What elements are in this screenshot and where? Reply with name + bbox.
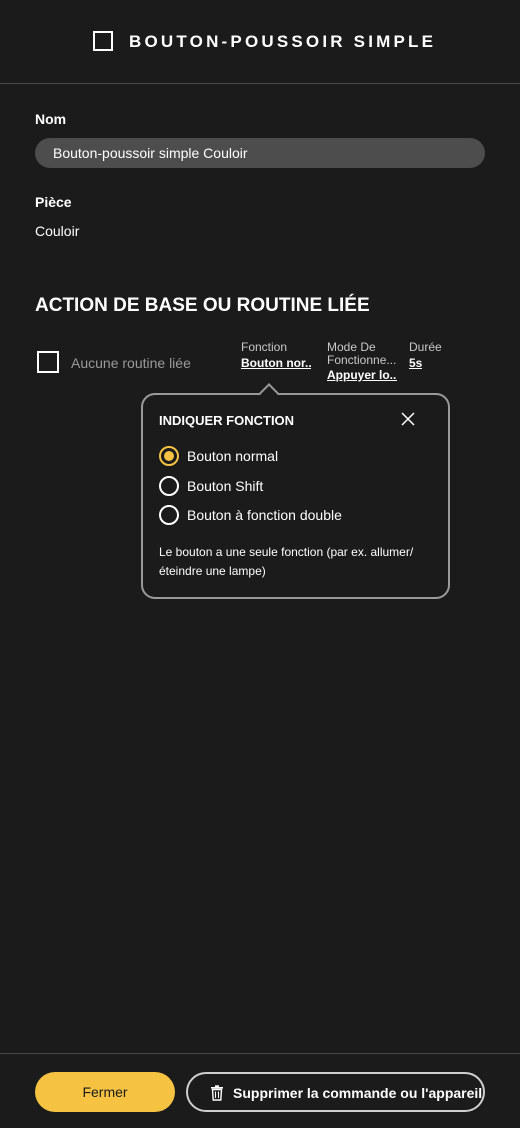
routine-checkbox[interactable]	[37, 351, 59, 373]
duration-value-link[interactable]: 5s	[409, 356, 422, 370]
function-value-link[interactable]: Bouton nor...	[241, 356, 311, 370]
section-title: ACTION DE BASE OU ROUTINE LIÉE	[35, 295, 370, 316]
radio-double-function[interactable]	[159, 505, 179, 525]
device-square-icon	[93, 31, 113, 51]
function-popover: INDIQUER FONCTION Bouton normal Bouton S…	[141, 383, 450, 599]
delete-button-label: Supprimer la commande ou l'appareil	[233, 1085, 483, 1101]
routine-label: Aucune routine liée	[71, 355, 191, 371]
function-column-header: Fonction	[241, 340, 288, 354]
function-description: Le bouton a une seule fonction (par ex. …	[159, 545, 414, 578]
option-label: Bouton normal	[187, 448, 279, 464]
option-label: Bouton Shift	[187, 478, 264, 494]
room-label: Pièce	[35, 194, 72, 210]
popover-arrow	[259, 383, 279, 403]
device-settings-page: BOUTON-POUSSOIR SIMPLE Nom Pièce Couloir…	[0, 0, 520, 1128]
delete-device-button[interactable]: Supprimer la commande ou l'appareil	[186, 1072, 485, 1112]
popover-title: INDIQUER FONCTION	[159, 413, 295, 428]
header: BOUTON-POUSSOIR SIMPLE	[0, 0, 520, 84]
close-icon[interactable]	[398, 409, 418, 429]
option-label: Bouton à fonction double	[187, 507, 342, 523]
footer: Fermer Supprimer la commande ou l'appare…	[0, 1053, 520, 1128]
close-button[interactable]: Fermer	[35, 1072, 175, 1112]
room-value: Couloir	[35, 223, 80, 239]
page-title: BOUTON-POUSSOIR SIMPLE	[129, 32, 437, 51]
name-input[interactable]	[35, 138, 485, 168]
mode-value-link[interactable]: Appuyer lo...	[327, 368, 397, 382]
mode-column-header: Mode De Fonctionne...	[327, 340, 397, 367]
trash-icon	[210, 1085, 224, 1101]
duration-column-header: Durée	[409, 340, 442, 354]
radio-shift[interactable]	[159, 476, 179, 496]
name-label: Nom	[35, 111, 67, 127]
radio-normal[interactable]	[159, 446, 179, 466]
